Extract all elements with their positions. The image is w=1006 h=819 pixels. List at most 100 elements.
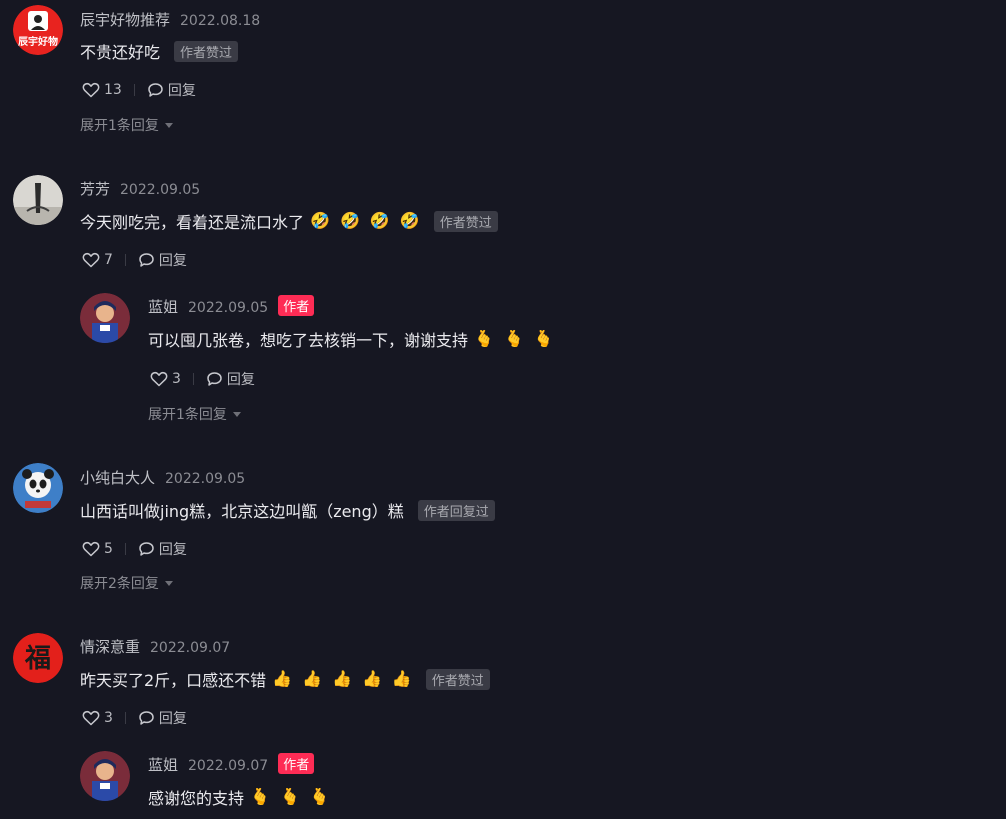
divider xyxy=(133,84,135,96)
comment-text-line: 不贵还好吃 作者赞过 xyxy=(80,39,239,63)
user-avatar[interactable]: 福 xyxy=(13,633,63,683)
comment-header: 芳芳 2022.09.05 xyxy=(80,178,200,199)
comment-actions: 5 回复 xyxy=(82,539,187,559)
reply-text-line: 感谢您的支持 🫰 🫰 🫰 xyxy=(148,785,330,809)
finger-heart-emoji: 🫰 xyxy=(279,787,300,806)
author-badge: 作者 xyxy=(278,753,315,774)
divider xyxy=(124,254,126,266)
like-count: 5 xyxy=(104,541,113,557)
comment-text: 今天刚吃完，看着还是流口水了 xyxy=(80,213,305,232)
user-name[interactable]: 小纯白大人 xyxy=(80,467,155,488)
heart-icon xyxy=(82,252,100,268)
reply-button[interactable]: 回复 xyxy=(138,250,187,270)
author-replied-tag: 作者回复过 xyxy=(417,499,495,521)
reply-text: 感谢您的支持 xyxy=(148,789,245,808)
reply-text: 可以囤几张卷，想吃了去核销一下，谢谢支持 xyxy=(148,331,469,350)
divider xyxy=(192,373,194,385)
comment-text: 昨天买了2斤，口感还不错 xyxy=(80,671,267,690)
comment-date: 2022.08.18 xyxy=(180,13,261,29)
author-liked-tag: 作者赞过 xyxy=(433,210,498,232)
expand-replies-label: 展开1条回复 xyxy=(148,407,227,423)
thumbs-up-emoji: 👍 xyxy=(272,669,293,688)
reply-text-line: 可以囤几张卷，想吃了去核销一下，谢谢支持 🫰 🫰 🫰 xyxy=(148,327,554,351)
reply-button[interactable]: 回复 xyxy=(138,539,187,559)
comment-bubble-icon xyxy=(147,82,164,98)
comment-date: 2022.09.07 xyxy=(150,640,231,656)
user-avatar[interactable] xyxy=(13,175,63,225)
comment-date: 2022.09.07 xyxy=(188,758,269,774)
reply-header: 蓝姐 2022.09.05 作者 xyxy=(148,295,315,317)
comment-text: 不贵还好吃 xyxy=(80,43,161,62)
expand-replies-button[interactable]: 展开2条回复 xyxy=(80,573,173,593)
finger-heart-emoji: 🫰 xyxy=(250,787,270,806)
author-liked-tag: 作者赞过 xyxy=(174,40,239,62)
divider xyxy=(124,712,126,724)
divider xyxy=(124,543,126,555)
expand-replies-button[interactable]: 展开1条回复 xyxy=(80,115,173,135)
like-count: 13 xyxy=(104,82,122,98)
caret-down-icon xyxy=(232,411,241,417)
comment-date: 2022.09.05 xyxy=(188,300,269,316)
finger-heart-emoji: 🫰 xyxy=(474,329,494,348)
comment-text-line: 昨天买了2斤，口感还不错 👍 👍 👍 👍 👍 作者赞过 xyxy=(80,667,490,691)
like-button[interactable]: 3 xyxy=(150,371,181,387)
user-avatar[interactable]: 辰宇好物 xyxy=(13,5,63,55)
rofl-emoji: 🤣 xyxy=(399,211,420,230)
comment-text-line: 今天刚吃完，看着还是流口水了 🤣 🤣 🤣 🤣 作者赞过 xyxy=(80,209,498,233)
comment-date: 2022.09.05 xyxy=(165,471,246,487)
heart-icon xyxy=(82,710,100,726)
reply-label: 回复 xyxy=(167,83,196,99)
like-button[interactable]: 7 xyxy=(82,252,113,268)
comment-text-line: 山西话叫做jing糕，北京这边叫甑（zeng）糕 作者回复过 xyxy=(80,498,495,522)
finger-heart-emoji: 🫰 xyxy=(533,329,554,348)
reply-label: 回复 xyxy=(158,253,187,269)
reply-header: 蓝姐 2022.09.07 作者 xyxy=(148,753,315,775)
user-name[interactable]: 蓝姐 xyxy=(148,296,178,317)
thumbs-up-emoji: 👍 xyxy=(361,669,382,688)
thumbs-up-emoji: 👍 xyxy=(332,669,352,688)
finger-heart-emoji: 🫰 xyxy=(309,787,330,806)
rofl-emoji: 🤣 xyxy=(339,211,360,230)
author-avatar[interactable] xyxy=(80,751,130,801)
expand-replies-button[interactable]: 展开1条回复 xyxy=(148,404,241,424)
reply-actions: 3 回复 xyxy=(150,369,255,389)
reply-label: 回复 xyxy=(158,711,187,727)
heart-icon xyxy=(82,82,100,98)
comment-header: 情深意重 2022.09.07 xyxy=(80,636,230,657)
reply-button[interactable]: 回复 xyxy=(147,80,196,100)
user-avatar[interactable] xyxy=(13,463,63,513)
user-name[interactable]: 情深意重 xyxy=(80,636,140,657)
comment-actions: 3 回复 xyxy=(82,708,187,728)
author-avatar[interactable] xyxy=(80,293,130,343)
reply-button[interactable]: 回复 xyxy=(138,708,187,728)
finger-heart-emoji: 🫰 xyxy=(503,329,524,348)
reply-label: 回复 xyxy=(158,542,187,558)
avatar-logo-text: 辰宇好物 xyxy=(18,35,58,48)
expand-replies-label: 展开1条回复 xyxy=(80,118,159,134)
rofl-emoji: 🤣 xyxy=(310,211,330,230)
reply-label: 回复 xyxy=(226,372,255,388)
like-count: 3 xyxy=(104,710,113,726)
reply-button[interactable]: 回复 xyxy=(206,369,255,389)
user-name[interactable]: 蓝姐 xyxy=(148,754,178,775)
like-button[interactable]: 3 xyxy=(82,710,113,726)
like-button[interactable]: 5 xyxy=(82,541,113,557)
comment-date: 2022.09.05 xyxy=(120,182,201,198)
thumbs-up-emoji: 👍 xyxy=(391,669,412,688)
thumbs-up-emoji: 👍 xyxy=(302,669,323,688)
comment-header: 辰宇好物推荐 2022.08.18 xyxy=(80,9,260,30)
rofl-emoji: 🤣 xyxy=(369,211,390,230)
comment-bubble-icon xyxy=(138,541,155,557)
caret-down-icon xyxy=(164,580,173,586)
like-count: 7 xyxy=(104,252,113,268)
like-count: 3 xyxy=(172,371,181,387)
like-button[interactable]: 13 xyxy=(82,82,122,98)
caret-down-icon xyxy=(164,122,173,128)
user-name[interactable]: 辰宇好物推荐 xyxy=(80,9,170,30)
comment-actions: 13 回复 xyxy=(82,80,196,100)
user-name[interactable]: 芳芳 xyxy=(80,178,110,199)
author-liked-tag: 作者赞过 xyxy=(425,668,490,690)
avatar-fu-character: 福 xyxy=(24,644,51,674)
comment-actions: 7 回复 xyxy=(82,250,187,270)
heart-icon xyxy=(82,541,100,557)
